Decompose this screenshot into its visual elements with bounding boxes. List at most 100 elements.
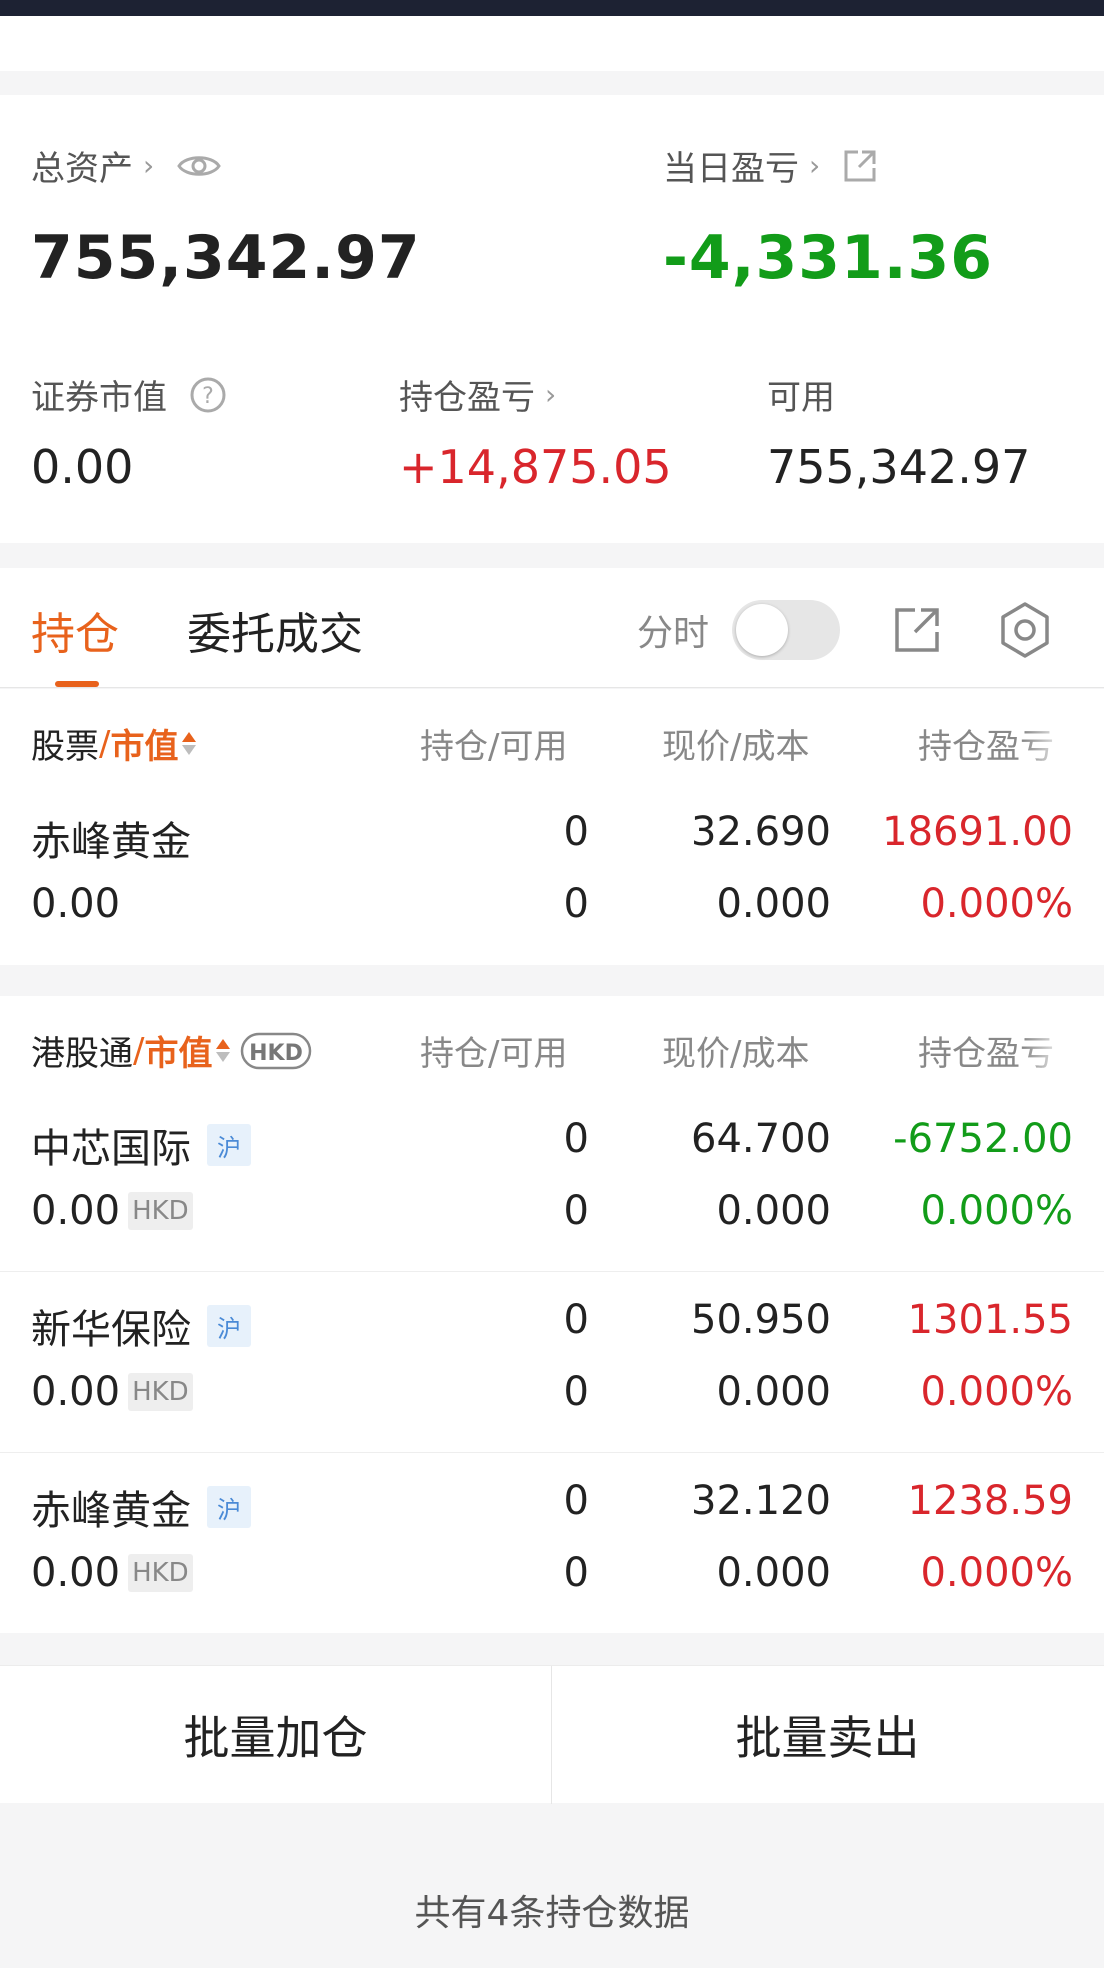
stock-name: 赤峰黄金	[31, 809, 191, 867]
market-value: 0.00 HKD	[31, 1369, 193, 1415]
position-pnl-header[interactable]: 持仓盈亏 ›	[399, 370, 556, 419]
table-row[interactable]: 赤峰黄金 0.00 0 0 32.690 0.000 18691.00 0.00…	[0, 784, 1104, 965]
table-row[interactable]: 赤峰黄金 沪 0.00 HKD 0 0 32.120 0.000 1238.59…	[0, 1453, 1104, 1634]
pnl-percent: 0.000%	[920, 881, 1073, 927]
stock-name: 中芯国际 沪	[31, 1116, 251, 1174]
pnl-value: 1238.59	[907, 1478, 1073, 1524]
position-qty: 0	[563, 809, 589, 855]
current-price: 64.700	[691, 1116, 831, 1162]
pnl-percent: 0.000%	[920, 1550, 1073, 1596]
hk-header: 港股通 / 市值 HKD 持仓/可用 现价/成本 持仓盈亏	[0, 996, 1104, 1096]
intraday-label: 分时	[637, 613, 710, 654]
position-qty: 0	[563, 1116, 589, 1162]
available-qty: 0	[563, 881, 589, 927]
col-position-available: 持仓/可用	[420, 1034, 568, 1074]
securities-mv-value: 0.00	[31, 440, 134, 494]
stock-name-text: 赤峰黄金	[31, 1488, 191, 1534]
market-value: 0.00 HKD	[31, 1188, 193, 1234]
available-value: 755,342.97	[767, 440, 1031, 494]
exchange-tag: 沪	[207, 1305, 251, 1347]
batch-action-bar: 批量加仓 批量卖出	[0, 1665, 1104, 1804]
col-price-cost: 现价/成本	[662, 1034, 810, 1074]
daily-pnl-label: 当日盈亏	[663, 149, 799, 189]
current-price: 50.950	[691, 1297, 831, 1343]
table-row[interactable]: 新华保险 沪 0.00 HKD 0 0 50.950 0.000 1301.55…	[0, 1272, 1104, 1453]
chevron-right-icon: ›	[545, 378, 557, 411]
chevron-right-icon: ›	[143, 149, 155, 182]
exchange-tag: 沪	[207, 1124, 251, 1166]
stocks-section: 股票 / 市值 持仓/可用 现价/成本 持仓盈亏 赤峰黄金 0.00 0 0 3…	[0, 689, 1104, 965]
eye-icon[interactable]	[176, 151, 222, 181]
chevron-right-icon: ›	[809, 149, 821, 182]
svg-text:?: ?	[202, 384, 214, 409]
intraday-toggle[interactable]	[732, 600, 840, 660]
securities-mv-header: 证券市值 ?	[31, 370, 227, 419]
cost-price: 0.000	[716, 1369, 831, 1415]
col-position-available: 持仓/可用	[420, 727, 568, 767]
gear-icon[interactable]	[985, 590, 1065, 670]
export-icon[interactable]	[877, 590, 957, 670]
separator: /	[99, 723, 111, 764]
stocks-header: 股票 / 市值 持仓/可用 现价/成本 持仓盈亏	[0, 689, 1104, 789]
help-circle-icon[interactable]: ?	[189, 376, 227, 414]
current-price: 32.690	[691, 809, 831, 855]
currency-tag: HKD	[128, 1192, 193, 1230]
tab-orders[interactable]: 委托成交	[187, 598, 363, 662]
position-qty: 0	[563, 1478, 589, 1524]
table-row[interactable]: 中芯国际 沪 0.00 HKD 0 0 64.700 0.000 -6752.0…	[0, 1091, 1104, 1272]
pnl-value: -6752.00	[893, 1116, 1073, 1162]
hk-sort-header[interactable]: 港股通 / 市值 HKD	[31, 1026, 312, 1075]
sort-icon	[182, 732, 197, 755]
asset-summary-card: 总资产 › 755,342.97 当日盈亏 › -4,331.36 证券市值 ?…	[0, 95, 1104, 543]
cost-price: 0.000	[716, 1188, 831, 1234]
total-assets-header[interactable]: 总资产 ›	[31, 141, 222, 190]
currency-tag: HKD	[128, 1554, 193, 1592]
daily-pnl-value: -4,331.36	[663, 223, 993, 293]
pnl-value: 18691.00	[882, 809, 1073, 855]
toggle-knob	[736, 604, 788, 656]
current-price: 32.120	[691, 1478, 831, 1524]
pnl-percent: 0.000%	[920, 1369, 1073, 1415]
position-pnl-label: 持仓盈亏	[399, 378, 535, 418]
col-position-pnl: 持仓盈亏	[918, 727, 1054, 767]
market-value-text: 0.00	[31, 1550, 121, 1596]
market-value: 0.00	[31, 881, 121, 927]
stock-name-text: 赤峰黄金	[31, 819, 191, 865]
market-value-text: 0.00	[31, 1188, 121, 1234]
batch-sell-button[interactable]: 批量卖出	[552, 1666, 1103, 1804]
market-value: 0.00 HKD	[31, 1550, 193, 1596]
stock-name: 新华保险 沪	[31, 1297, 251, 1355]
available-header: 可用	[767, 370, 835, 419]
market-value-sort-label: 市值	[110, 727, 179, 767]
tab-positions[interactable]: 持仓	[31, 598, 119, 662]
stock-name: 赤峰黄金 沪	[31, 1478, 251, 1536]
securities-mv-label: 证券市值	[31, 378, 167, 418]
external-link-icon[interactable]	[842, 148, 878, 184]
daily-pnl-header[interactable]: 当日盈亏 ›	[663, 141, 878, 190]
market-value-text: 0.00	[31, 1369, 121, 1415]
stock-name-text: 中芯国际	[31, 1126, 191, 1172]
position-pnl-value: +14,875.05	[399, 440, 672, 494]
available-qty: 0	[563, 1550, 589, 1596]
col-position-pnl: 持仓盈亏	[918, 1034, 1054, 1074]
separator: /	[133, 1030, 145, 1071]
status-bar-strip	[0, 0, 1104, 16]
market-value-sort-label: 市值	[144, 1034, 213, 1074]
stocks-sort-header[interactable]: 股票 / 市值	[31, 719, 197, 768]
pnl-percent: 0.000%	[920, 1188, 1073, 1234]
top-spacer	[0, 16, 1104, 71]
batch-add-button[interactable]: 批量加仓	[0, 1666, 551, 1804]
currency-badge-text: HKD	[250, 1041, 304, 1066]
available-label: 可用	[767, 378, 835, 418]
total-assets-value: 755,342.97	[31, 223, 421, 293]
stock-name-text: 新华保险	[31, 1307, 191, 1353]
position-tabs-bar: 持仓 委托成交 分时	[0, 568, 1104, 688]
exchange-tag: 沪	[207, 1486, 251, 1528]
currency-tag: HKD	[128, 1373, 193, 1411]
available-qty: 0	[563, 1369, 589, 1415]
hk-label: 港股通	[31, 1034, 133, 1074]
sort-icon	[216, 1039, 231, 1062]
position-qty: 0	[563, 1297, 589, 1343]
total-assets-label: 总资产	[31, 149, 133, 189]
available-qty: 0	[563, 1188, 589, 1234]
